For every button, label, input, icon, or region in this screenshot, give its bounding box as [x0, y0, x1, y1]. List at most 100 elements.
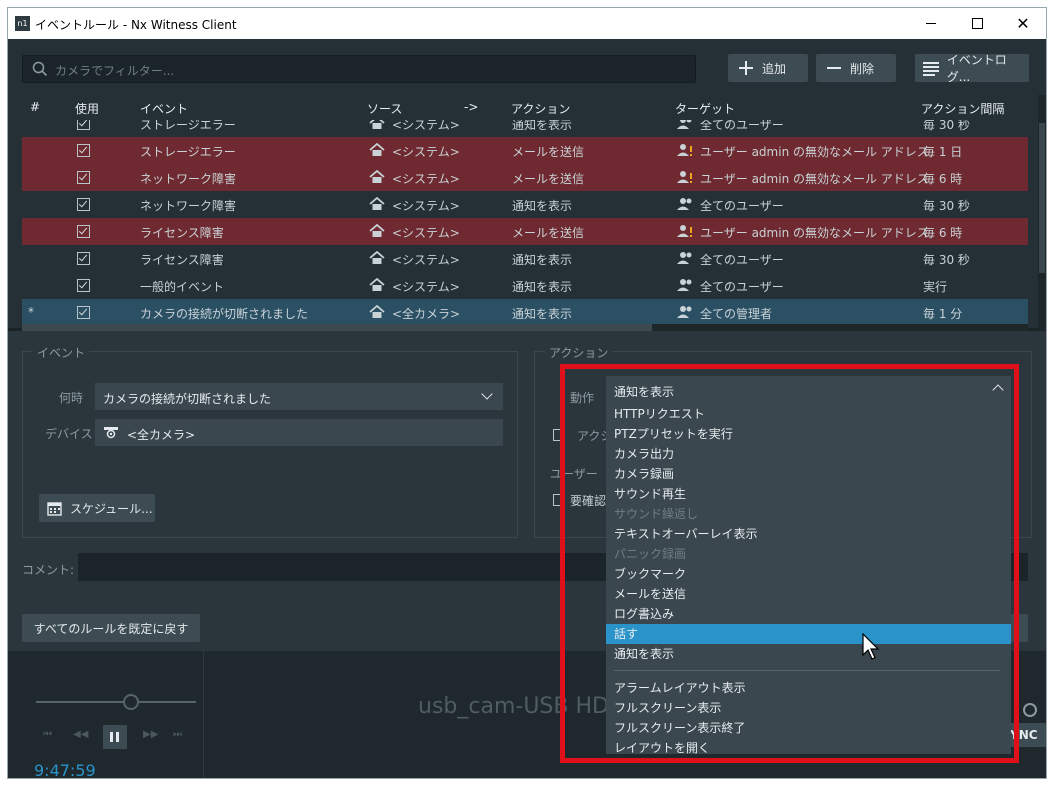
when-label: 何時 — [59, 391, 84, 405]
row-enabled-checkbox[interactable] — [77, 252, 90, 265]
row-target: ユーザー admin の無効なメール アドレス — [700, 172, 929, 186]
volume-slider-track[interactable] — [36, 701, 196, 703]
user-warning-icon — [677, 171, 692, 183]
title-bar: n1 イベントルール - Nx Witness Client ✕ — [8, 8, 1046, 39]
event-group-label: イベント — [33, 344, 90, 361]
row-event: カメラの接続が切断されました — [140, 307, 309, 321]
home-icon — [369, 224, 385, 237]
minus-icon — [826, 60, 842, 76]
row-interval: 毎 6 時 — [923, 172, 963, 186]
horizontal-scrollbar[interactable] — [22, 324, 1028, 331]
maximize-button[interactable] — [954, 8, 1000, 39]
users-icon — [677, 279, 692, 291]
col-use[interactable]: 使用 — [75, 100, 99, 117]
rewind-icon[interactable]: ◀◀ — [73, 729, 88, 740]
row-source: <システム> — [392, 120, 460, 132]
annotation-highlight-box — [560, 364, 1019, 763]
chevron-down-icon — [481, 388, 493, 400]
row-enabled-checkbox[interactable] — [77, 225, 90, 238]
row-action: 通知を表示 — [512, 280, 573, 294]
home-icon — [369, 251, 385, 264]
row-event: ネットワーク障害 — [140, 199, 237, 213]
vertical-scrollbar-thumb[interactable] — [1039, 123, 1045, 273]
row-action: 通知を表示 — [512, 253, 573, 267]
search-icon — [32, 61, 48, 77]
event-group: イベント 何時 カメラの接続が切断されました デバイス <全カメラ> スケジュー… — [22, 344, 518, 538]
row-source: <全カメラ> — [392, 307, 461, 321]
playback-time: 9:47:59 — [34, 761, 96, 778]
add-rule-button[interactable]: 追加 — [728, 54, 808, 82]
users-icon — [677, 198, 692, 210]
home-icon — [369, 197, 385, 210]
table-row[interactable]: ネットワーク障害 <システム> 通知を表示 全てのユーザー 毎 30 秒 — [22, 191, 1028, 218]
panel-divider — [203, 651, 204, 778]
row-interval: 毎 30 秒 — [923, 253, 970, 267]
pause-icon-bar — [116, 732, 119, 742]
row-action: メールを送信 — [512, 172, 585, 186]
row-enabled-checkbox[interactable] — [77, 279, 90, 292]
row-target: ユーザー admin の無効なメール アドレス — [700, 226, 929, 240]
close-button[interactable]: ✕ — [1000, 8, 1046, 39]
row-source: <システム> — [392, 145, 460, 159]
table-row[interactable]: ネットワーク障害 <システム> メールを送信 ユーザー admin の無効なメール ア… — [22, 164, 1028, 191]
row-number: * — [28, 305, 34, 319]
user-warning-icon — [677, 225, 692, 237]
row-enabled-checkbox[interactable] — [77, 306, 90, 319]
row-enabled-checkbox[interactable] — [77, 144, 90, 157]
user-warning-icon — [677, 144, 692, 156]
delete-rule-button[interactable]: 削除 — [816, 54, 896, 82]
col-number[interactable]: # — [30, 100, 40, 114]
minimize-icon — [926, 23, 936, 24]
col-action[interactable]: アクション — [511, 100, 570, 117]
minimize-button[interactable] — [908, 8, 954, 39]
row-interval: 毎 30 秒 — [923, 199, 970, 213]
camera-filter-input[interactable]: カメラでフィルター... — [22, 55, 696, 83]
col-event[interactable]: イベント — [140, 100, 188, 117]
table-row[interactable]: ストレージエラー <システム> メールを送信 ユーザー admin の無効なメール ア… — [22, 137, 1028, 164]
event-type-select[interactable]: カメラの接続が切断されました — [95, 383, 503, 410]
app-logo-icon: n1 — [15, 16, 30, 31]
table-row[interactable]: ストレージエラー <システム> 通知を表示 全てのユーザー 毎 30 秒 — [22, 120, 1028, 137]
skip-back-icon[interactable]: ⏮ — [43, 729, 52, 740]
col-source[interactable]: ソース — [367, 100, 402, 117]
table-row[interactable]: * カメラの接続が切断されました <全カメラ> 通知を表示 全ての管理者 毎 1 分 — [22, 299, 1028, 326]
fast-forward-icon[interactable]: ▶▶ — [143, 729, 158, 740]
row-action: 通知を表示 — [512, 307, 573, 321]
home-icon — [369, 170, 385, 183]
table-row[interactable]: ライセンス障害 <システム> 通知を表示 全てのユーザー 毎 30 秒 — [22, 245, 1028, 272]
volume-slider-handle[interactable] — [123, 694, 139, 710]
table-row[interactable]: ライセンス障害 <システム> メールを送信 ユーザー admin の無効なメール アド… — [22, 218, 1028, 245]
row-enabled-checkbox[interactable] — [77, 171, 90, 184]
home-icon — [369, 278, 385, 291]
vertical-scrollbar[interactable] — [1038, 95, 1046, 331]
users-icon — [677, 306, 692, 318]
event-log-button[interactable]: イベントログ... — [915, 53, 1029, 84]
device-select[interactable]: <全カメラ> — [95, 419, 503, 446]
row-enabled-checkbox[interactable] — [77, 198, 90, 211]
table-row[interactable]: 一般的イベント <システム> 通知を表示 全てのユーザー 実行 — [22, 272, 1028, 299]
calendar-icon — [47, 501, 62, 516]
row-source: <システム> — [392, 226, 460, 240]
rules-table: ストレージエラー <システム> 通知を表示 全てのユーザー毎 30 秒ストレージエラー… — [8, 120, 1038, 328]
skip-forward-icon[interactable]: ⏭ — [173, 729, 182, 740]
row-source: <システム> — [392, 253, 460, 267]
pause-button[interactable] — [103, 725, 127, 749]
event-type-value: カメラの接続が切断されました — [103, 392, 272, 406]
col-interval[interactable]: アクション間隔 — [921, 100, 1004, 117]
rules-table-header: # 使用 イベント ソース -> アクション ターゲット アクション間隔 — [8, 95, 1046, 120]
col-arrow: -> — [464, 100, 479, 114]
schedule-button[interactable]: スケジュール... — [39, 494, 155, 522]
users-icon — [677, 120, 692, 129]
row-enabled-checkbox[interactable] — [77, 120, 90, 130]
home-icon — [369, 305, 385, 318]
row-interval: 実行 — [923, 280, 948, 294]
row-action: 通知を表示 — [512, 199, 573, 213]
reset-all-rules-button[interactable]: すべてのルールを既定に戻す — [22, 614, 200, 642]
row-source: <システム> — [392, 280, 460, 294]
add-label: 追加 — [762, 61, 787, 76]
horizontal-scrollbar-thumb[interactable] — [22, 324, 652, 331]
zoom-slider-handle[interactable] — [1023, 703, 1037, 717]
home-icon — [369, 143, 385, 156]
row-source: <システム> — [392, 199, 460, 213]
col-target[interactable]: ターゲット — [675, 100, 735, 117]
